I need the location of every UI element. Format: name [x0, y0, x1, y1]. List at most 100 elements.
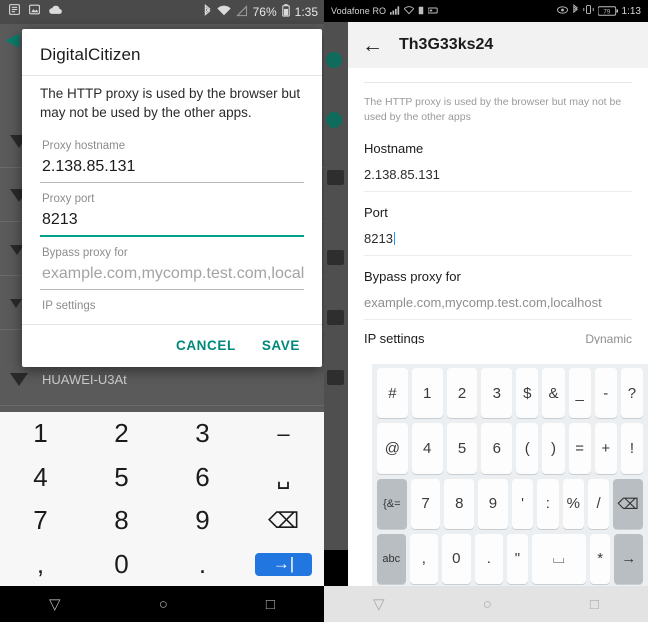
nav-recents-icon[interactable]: □ [590, 596, 599, 613]
battery-icon [281, 4, 290, 20]
key-6[interactable]: 6 [481, 423, 513, 474]
dialog-scroll-area[interactable]: The HTTP proxy is used by the browser bu… [22, 76, 322, 324]
key-1[interactable]: 1 [411, 368, 443, 419]
back-arrow-icon[interactable]: ← [362, 35, 383, 56]
key-close-paren[interactable]: ) [542, 423, 565, 474]
save-button[interactable]: SAVE [256, 334, 306, 357]
symbols-toggle-key[interactable]: {&= [377, 478, 407, 529]
key-5[interactable]: 5 [446, 423, 478, 474]
right-status-bar: Vodafone RO 79 1:13 [324, 0, 648, 22]
dialog-description: The HTTP proxy is used by the browser bu… [40, 86, 301, 120]
left-navigation-bar: ▽ ○ □ [0, 586, 324, 622]
backspace-icon[interactable]: ⌫ [243, 499, 324, 543]
bluetooth-icon [203, 3, 212, 21]
key-hash[interactable]: # [377, 368, 408, 419]
space-key-icon[interactable]: ⌴ [531, 533, 586, 584]
key-comma[interactable]: , [409, 533, 439, 584]
cancel-button[interactable]: CANCEL [170, 334, 242, 357]
key-8[interactable]: 8 [81, 499, 162, 543]
field-proxy-hostname: Proxy hostname 2.138.85.131 [40, 132, 304, 185]
dual-screenshot: 76% 1:35 ◀ HUAWEI-U3At DigitalCitizen Th… [0, 0, 648, 622]
key-equals[interactable]: = [568, 423, 591, 474]
key-7[interactable]: 7 [410, 478, 441, 529]
key-5[interactable]: 5 [81, 456, 162, 500]
port-input[interactable]: 8213 [364, 231, 632, 257]
key-ampersand[interactable]: & [542, 368, 565, 419]
key-asterisk[interactable]: * [589, 533, 611, 584]
nav-home-icon[interactable]: ○ [483, 596, 492, 613]
cloud-icon [48, 3, 63, 21]
key-question[interactable]: ? [620, 368, 644, 419]
key-4[interactable]: 4 [0, 456, 81, 500]
proxy-settings-sheet: ← Th3G33ks24 The HTTP proxy is used by t… [348, 22, 648, 586]
port-label: Port [364, 205, 388, 221]
enter-key-icon[interactable]: → [614, 533, 643, 584]
data-icon [427, 6, 438, 17]
bypass-proxy-input[interactable]: example.com,mycomp.test.com,localhost [364, 295, 632, 321]
key-comma[interactable]: , [0, 543, 81, 587]
next-key-icon[interactable]: →| [255, 552, 312, 576]
key-4[interactable]: 4 [411, 423, 443, 474]
key-plus[interactable]: + [594, 423, 617, 474]
key-quote[interactable]: " [507, 533, 528, 584]
nav-back-icon[interactable]: ▽ [373, 595, 385, 613]
right-body: ← Th3G33ks24 The HTTP proxy is used by t… [324, 22, 648, 586]
key-2[interactable]: 2 [446, 368, 478, 419]
key-7[interactable]: 7 [0, 499, 81, 543]
key-space[interactable]: ␣ [243, 456, 324, 500]
key-dash[interactable]: – [243, 412, 324, 456]
hostname-input[interactable]: 2.138.85.131 [364, 167, 632, 193]
key-9[interactable]: 9 [478, 478, 508, 529]
key-underscore[interactable]: _ [568, 368, 591, 419]
partial-scrolled-row [364, 68, 632, 82]
key-period[interactable]: . [162, 543, 243, 587]
key-3[interactable]: 3 [162, 412, 243, 456]
key-exclamation[interactable]: ! [620, 423, 644, 474]
background-back-icon: ◀ [6, 30, 20, 49]
key-1[interactable]: 1 [0, 412, 81, 456]
key-open-paren[interactable]: ( [516, 423, 539, 474]
key-8[interactable]: 8 [444, 478, 475, 529]
key-colon[interactable]: : [537, 478, 559, 529]
nav-home-icon[interactable]: ○ [159, 596, 168, 613]
alpha-toggle-key[interactable]: abc [377, 533, 406, 584]
key-6[interactable]: 6 [162, 456, 243, 500]
sim-icon [418, 6, 424, 17]
ip-settings-row[interactable]: IP settings Dynamic [364, 333, 632, 344]
nav-back-icon[interactable]: ▽ [49, 595, 61, 613]
vibrate-icon [582, 4, 594, 18]
key-slash[interactable]: / [587, 478, 610, 529]
alpha-toggle-label: abc [382, 552, 401, 565]
proxy-port-input[interactable]: 8213 [40, 209, 304, 238]
key-dollar[interactable]: $ [516, 368, 539, 419]
app-bar: ← Th3G33ks24 [348, 22, 648, 68]
page-title: Th3G33ks24 [399, 36, 494, 53]
key-at[interactable]: @ [377, 423, 408, 474]
background-lock-icon [327, 370, 344, 385]
key-2[interactable]: 2 [81, 412, 162, 456]
background-lock-icon [327, 310, 344, 325]
key-3[interactable]: 3 [481, 368, 513, 419]
left-status-bar: 76% 1:35 [0, 0, 324, 24]
key-9[interactable]: 9 [162, 499, 243, 543]
document-icon [8, 3, 21, 21]
key-apostrophe[interactable]: ' [511, 478, 534, 529]
key-percent[interactable]: % [562, 478, 584, 529]
proxy-hostname-input[interactable]: 2.138.85.131 [40, 156, 304, 184]
background-indicator-dot [326, 112, 342, 128]
key-period[interactable]: . [474, 533, 504, 584]
key-hyphen[interactable]: - [594, 368, 617, 419]
key-0[interactable]: 0 [81, 543, 162, 587]
keyboard-row-4: abc , 0 . " ⌴ * → [374, 533, 646, 584]
key-0[interactable]: 0 [442, 533, 471, 584]
wifi-icon [216, 5, 231, 20]
backspace-icon[interactable]: ⌫ [613, 478, 644, 529]
field-bypass-proxy: Bypass proxy for example.com,mycomp.test… [40, 239, 304, 292]
right-navigation-bar: ▽ ○ □ [324, 586, 648, 622]
bypass-proxy-input[interactable]: example.com,mycomp.test.com,localhost [40, 263, 304, 291]
background-indicator-dot [326, 52, 342, 68]
status-bar-clock: 1:13 [621, 5, 641, 17]
battery-icon: 79 [597, 6, 618, 16]
status-bar-clock: 1:35 [294, 5, 318, 19]
nav-recents-icon[interactable]: □ [266, 596, 275, 613]
